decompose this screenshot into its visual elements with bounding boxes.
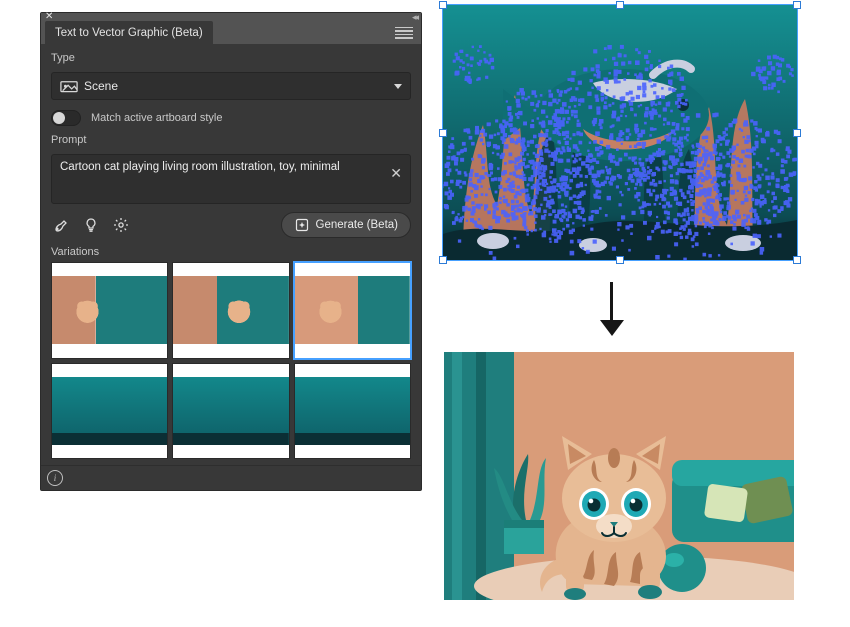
variation-thumb[interactable] [172, 363, 289, 460]
selection-handle[interactable] [793, 256, 801, 264]
underwater-fish-art [443, 5, 797, 260]
selection-handle[interactable] [439, 1, 447, 9]
variation-thumb[interactable] [294, 262, 411, 359]
match-artboard-label: Match active artboard style [91, 112, 222, 124]
gear-icon[interactable] [113, 217, 129, 233]
variation-thumb[interactable] [51, 262, 168, 359]
type-label: Type [51, 52, 411, 64]
type-value: Scene [84, 79, 118, 93]
match-artboard-toggle[interactable] [51, 110, 81, 126]
panel-menu-icon[interactable] [395, 26, 417, 40]
panel-tab-active[interactable]: Text to Vector Graphic (Beta) [45, 21, 213, 44]
selection-handle[interactable] [793, 129, 801, 137]
lightbulb-icon[interactable] [83, 217, 99, 233]
type-dropdown[interactable]: Scene [51, 72, 411, 100]
text-to-vector-panel: ✕ ◂◂ Text to Vector Graphic (Beta) Type … [40, 12, 422, 491]
sparkle-generate-icon [294, 217, 310, 233]
style-picker-icon[interactable] [53, 217, 69, 233]
selection-handle[interactable] [439, 256, 447, 264]
down-arrow-icon [598, 282, 626, 337]
variation-thumb[interactable] [172, 262, 289, 359]
selection-handle[interactable] [439, 129, 447, 137]
generate-button[interactable]: Generate (Beta) [281, 212, 411, 238]
generate-label: Generate (Beta) [316, 219, 398, 231]
panel-footer: i [41, 465, 421, 490]
variation-thumb[interactable] [294, 363, 411, 460]
scene-icon [60, 79, 78, 93]
prompt-label: Prompt [51, 134, 411, 146]
variation-thumb[interactable] [51, 363, 168, 460]
selection-handle[interactable] [616, 1, 624, 9]
canvas-art-selected[interactable]: (function(){ var svg=document.querySelec… [442, 4, 798, 261]
close-icon[interactable]: ✕ [45, 13, 53, 21]
info-icon[interactable]: i [47, 470, 63, 486]
variations-label: Variations [51, 246, 411, 258]
selection-handle[interactable] [793, 1, 801, 9]
canvas-art-result[interactable] [444, 352, 794, 600]
panel-drag-grip[interactable]: ✕ ◂◂ [41, 13, 421, 21]
selection-handle[interactable] [616, 256, 624, 264]
cartoon-cat-art [444, 352, 794, 600]
variations-grid [51, 262, 411, 459]
chevron-down-icon [394, 84, 402, 89]
panel-tabbar: Text to Vector Graphic (Beta) [41, 21, 421, 44]
prompt-input[interactable]: Cartoon cat playing living room illustra… [51, 154, 411, 204]
prompt-text: Cartoon cat playing living room illustra… [60, 161, 340, 173]
clear-prompt-icon[interactable]: ✕ [390, 165, 402, 182]
